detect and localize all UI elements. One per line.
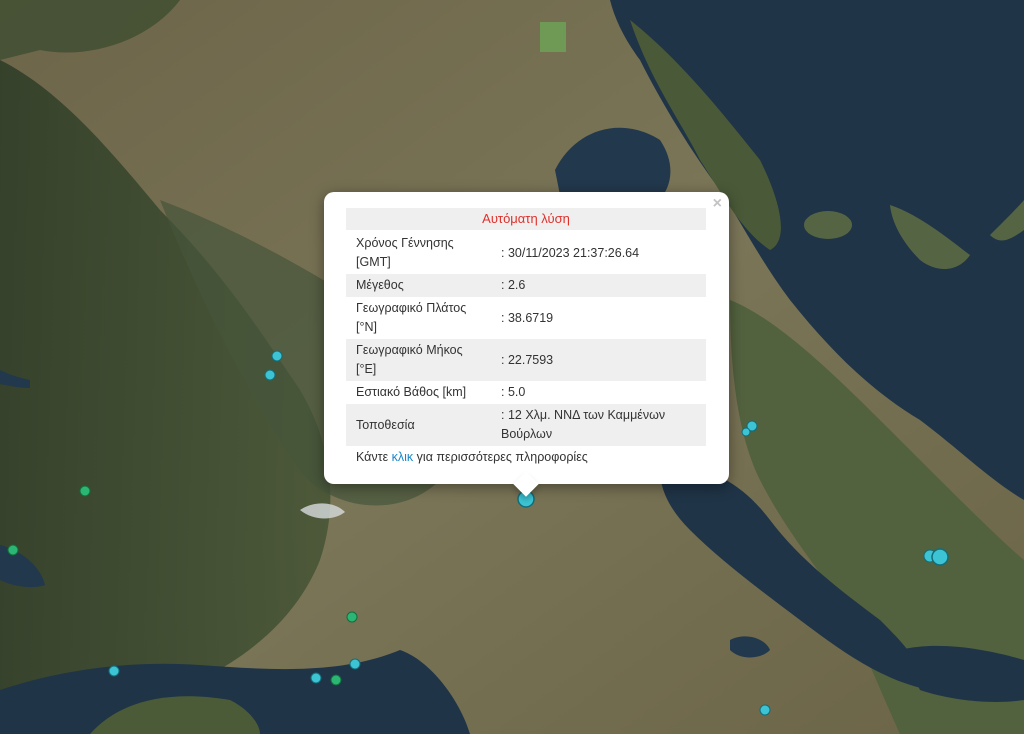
green-field bbox=[540, 22, 566, 52]
table-row: Γεωγραφικό Μήκος [°E] : 22.7593 bbox=[346, 339, 706, 381]
quake-marker[interactable] bbox=[264, 369, 276, 381]
table-row: Χρόνος Γέννησης [GMT] : 30/11/2023 21:37… bbox=[346, 232, 706, 274]
popup-body: Αυτόματη λύση Χρόνος Γέννησης [GMT] : 30… bbox=[346, 208, 706, 468]
depth-label: Εστιακό Βάθος [km] bbox=[356, 385, 467, 399]
earthquake-popup: × Αυτόματη λύση Χρόνος Γέννησης [GMT] : … bbox=[324, 192, 729, 497]
table-row: Εστιακό Βάθος [km] : 5.0 bbox=[346, 381, 706, 404]
table-row: Μέγεθος : 2.6 bbox=[346, 274, 706, 297]
close-icon[interactable]: × bbox=[713, 196, 722, 212]
quake-marker[interactable] bbox=[7, 544, 19, 556]
location-value: : 12 Χλμ. ΝΝΔ των Καμμένων Βούρλων bbox=[501, 408, 666, 441]
origin-time-label: Χρόνος Γέννησης [GMT] bbox=[356, 236, 454, 269]
more-info-link[interactable]: κλικ bbox=[392, 450, 414, 464]
island-skiathos bbox=[804, 211, 852, 239]
table-row: Γεωγραφικό Πλάτος [°N] : 38.6719 bbox=[346, 297, 706, 339]
quake-marker[interactable] bbox=[346, 611, 358, 623]
quake-marker[interactable] bbox=[271, 350, 283, 362]
quake-marker[interactable] bbox=[931, 548, 949, 566]
magnitude-value: : 2.6 bbox=[501, 278, 526, 292]
details-table: Χρόνος Γέννησης [GMT] : 30/11/2023 21:37… bbox=[346, 232, 706, 446]
latitude-label: Γεωγραφικό Πλάτος [°N] bbox=[356, 301, 467, 334]
quake-marker[interactable] bbox=[108, 665, 120, 677]
quake-marker[interactable] bbox=[759, 704, 771, 716]
quake-marker[interactable] bbox=[330, 674, 342, 686]
table-row: Τοποθεσία : 12 Χλμ. ΝΝΔ των Καμμένων Βού… bbox=[346, 404, 706, 446]
longitude-value: : 22.7593 bbox=[501, 352, 554, 367]
more-info-suffix: για περισσότερες πληροφορίες bbox=[413, 450, 588, 464]
more-info-text: Κάντε κλικ για περισσότερες πληροφορίες bbox=[346, 446, 706, 468]
location-label: Τοποθεσία bbox=[356, 417, 415, 432]
longitude-label: Γεωγραφικό Μήκος [°E] bbox=[356, 343, 463, 376]
more-info-prefix: Κάντε bbox=[356, 450, 392, 464]
quake-marker[interactable] bbox=[349, 658, 361, 670]
origin-time-value: : 30/11/2023 21:37:26.64 bbox=[501, 245, 640, 260]
depth-value: : 5.0 bbox=[501, 385, 526, 399]
quake-marker[interactable] bbox=[310, 672, 322, 684]
quake-marker[interactable] bbox=[741, 427, 751, 437]
popup-title: Αυτόματη λύση bbox=[346, 208, 706, 230]
magnitude-label: Μέγεθος bbox=[356, 278, 404, 292]
quake-marker[interactable] bbox=[79, 485, 91, 497]
latitude-value: : 38.6719 bbox=[501, 310, 554, 325]
